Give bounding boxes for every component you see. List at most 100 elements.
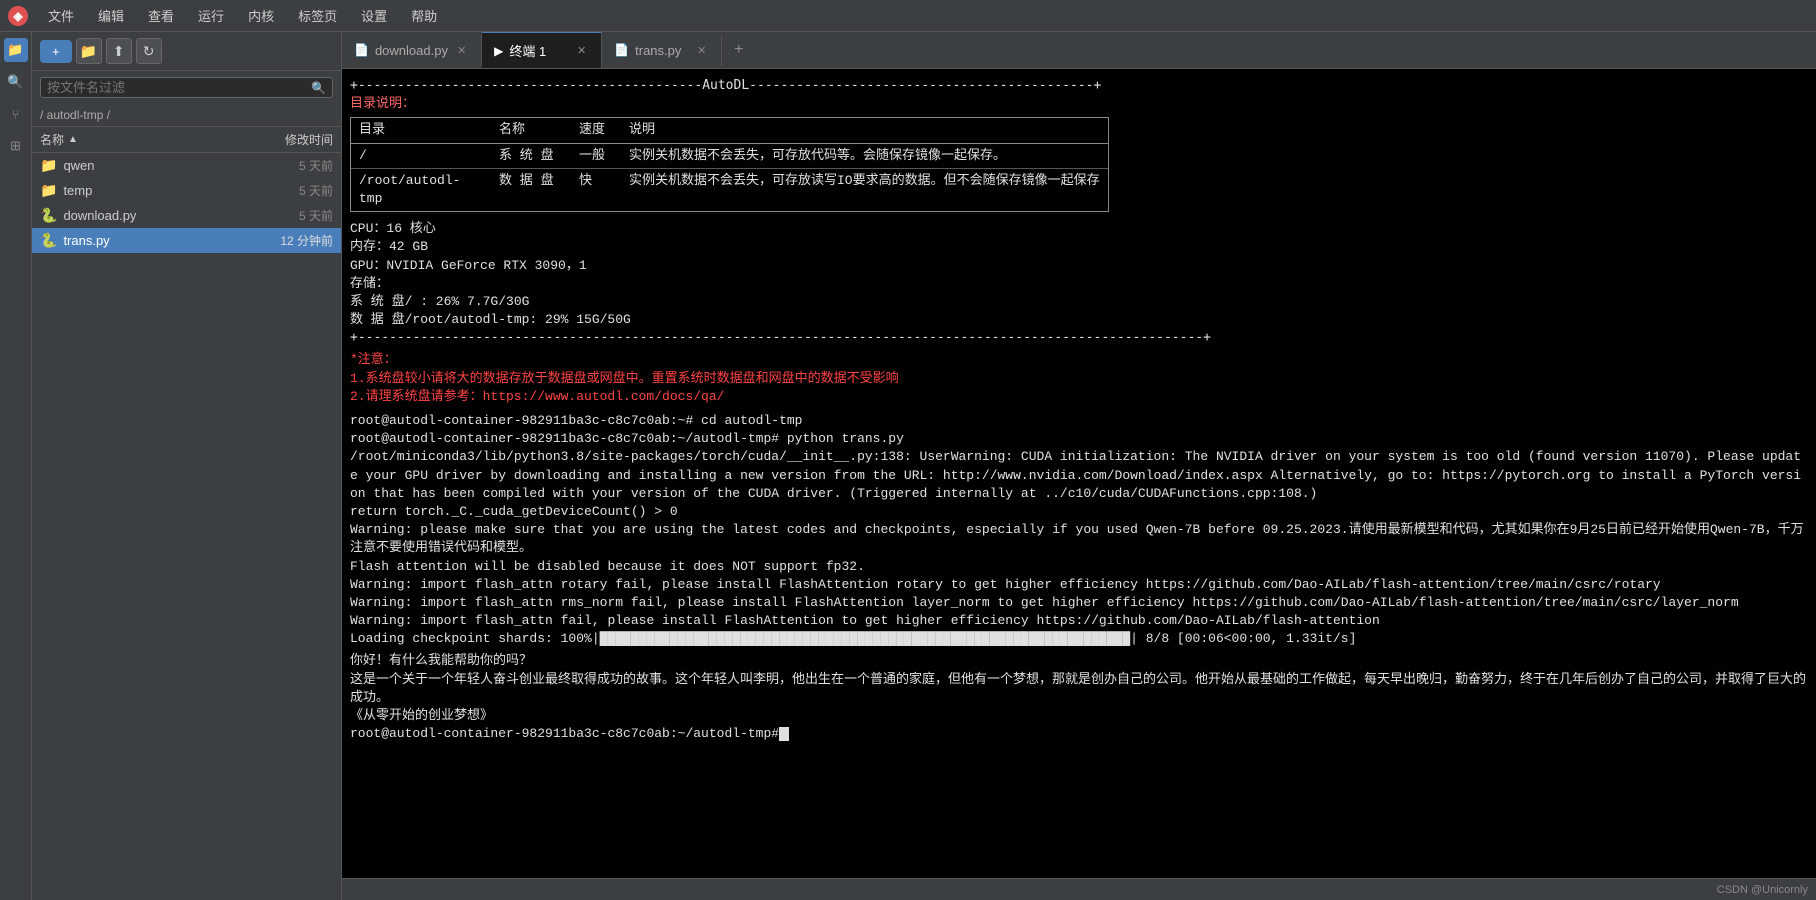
notice2: 2.请理系统盘请参考：https://www.autodl.com/docs/q…	[350, 388, 1808, 406]
file-list: 📁 qwen 5 天前 📁 temp 5 天前 🐍 download.py 5 …	[32, 153, 341, 900]
sys-info: CPU：16 核心 内存：42 GB GPU：NVIDIA GeForce RT…	[350, 220, 1808, 329]
tab-trans[interactable]: 📄 trans.py ✕	[602, 35, 722, 66]
warning6: Warning: import flash_attn rms_norm fail…	[350, 594, 1808, 612]
table-data-row-1: / 系 统 盘 一般 实例关机数据不会丢失，可存放代码等。会随保存镜像一起保存。	[351, 144, 1108, 169]
sidebar-icon-files[interactable]: 📁	[4, 38, 28, 62]
terminal[interactable]: +---------------------------------------…	[342, 69, 1816, 878]
menu-run[interactable]: 运行	[194, 4, 228, 27]
terminal-icon: ▶	[494, 44, 503, 58]
file-item-temp[interactable]: 📁 temp 5 天前	[32, 178, 341, 203]
file-name: download.py	[63, 208, 252, 223]
folder-icon: 📁	[40, 182, 57, 199]
sidebar-toolbar: + 📁 ⬆ ↻	[32, 32, 341, 71]
new-file-button[interactable]: +	[40, 40, 72, 63]
terminal-content: +---------------------------------------…	[350, 77, 1808, 743]
story-end: 《从零开始的创业梦想》	[350, 707, 1808, 725]
story-line: 这是一个关于一个年轻人奋斗创业最终取得成功的故事。这个年轻人叫李明，他出生在一个…	[350, 671, 1808, 707]
search-input[interactable]	[47, 80, 311, 95]
row1-speed: 一般	[571, 146, 621, 166]
status-bar: CSDN @Unicornly	[342, 878, 1816, 900]
python-icon: 🐍	[40, 232, 57, 249]
row2-speed: 快	[571, 171, 621, 209]
search-box[interactable]: 🔍	[40, 77, 333, 98]
file-time: 12 分钟前	[258, 232, 333, 249]
cursor	[779, 727, 789, 741]
gpu-info: GPU：NVIDIA GeForce RTX 3090，1	[350, 257, 1808, 275]
app-logo: ◈	[8, 6, 28, 26]
dir-label: 目录说明：	[350, 95, 1808, 113]
warning1: /root/miniconda3/lib/python3.8/site-pack…	[350, 448, 1808, 503]
folder-icon-btn[interactable]: 📁	[76, 38, 102, 64]
folder-icon: 📁	[40, 157, 57, 174]
file-item-trans[interactable]: 🐍 trans.py 12 分钟前	[32, 228, 341, 253]
table-header-row: 目录 名称 速度 说明	[351, 118, 1108, 143]
col-name-header: 名称 ▲	[40, 131, 253, 148]
sidebar-icon-git[interactable]: ⑂	[4, 102, 28, 126]
tab-terminal[interactable]: ▶ 终端 1 ✕	[482, 32, 602, 68]
cmd2: root@autodl-container-982911ba3c-c8c7c0a…	[350, 430, 1808, 448]
file-time: 5 天前	[258, 182, 333, 199]
row2-dir: /root/autodl-tmp	[351, 171, 491, 209]
row2-name: 数 据 盘	[491, 171, 571, 209]
menu-kernel[interactable]: 内核	[244, 4, 278, 27]
cmd1: root@autodl-container-982911ba3c-c8c7c0a…	[350, 412, 1808, 430]
menu-view[interactable]: 查看	[144, 4, 178, 27]
refresh-icon-btn[interactable]: ↻	[136, 38, 162, 64]
menu-tabs[interactable]: 标签页	[294, 4, 341, 27]
file-time: 5 天前	[258, 207, 333, 224]
row1-dir: /	[351, 146, 491, 166]
tab-close-button[interactable]: ✕	[454, 43, 469, 58]
row2-desc: 实例关机数据不会丢失，可存放读写IO要求高的数据。但不会随保存镜像一起保存	[621, 171, 1108, 209]
file-list-header: 名称 ▲ 修改时间	[32, 126, 341, 153]
commands-section: root@autodl-container-982911ba3c-c8c7c0a…	[350, 412, 1808, 743]
status-text: CSDN @Unicornly	[1717, 884, 1808, 896]
sidebar-icon-search[interactable]: 🔍	[4, 70, 28, 94]
upload-icon-btn[interactable]: ⬆	[106, 38, 132, 64]
header-line: +---------------------------------------…	[350, 77, 1808, 95]
notice-section: *注意： 1.系统盘较小请将大的数据存放于数据盘或网盘中。重置系统时数据盘和网盘…	[350, 351, 1808, 406]
main-layout: 📁 🔍 ⑂ ⊞ + 📁 ⬆ ↻ 🔍 / autodl-tmp / 名称 ▲ 修改…	[0, 32, 1816, 900]
new-tab-button[interactable]: +	[722, 33, 755, 67]
tab-close-button[interactable]: ✕	[694, 43, 709, 58]
warning5: Warning: import flash_attn rotary fail, …	[350, 576, 1808, 594]
info-table: 目录 名称 速度 说明 / 系 统 盘 一般 实例关机数据不会丢失，可存放代码等…	[350, 117, 1109, 212]
menu-settings[interactable]: 设置	[357, 4, 391, 27]
file-name: trans.py	[63, 233, 252, 248]
col-desc: 说明	[621, 120, 1108, 140]
final-prompt-line: root@autodl-container-982911ba3c-c8c7c0a…	[350, 725, 1808, 743]
tab-label: trans.py	[635, 43, 681, 58]
tab-icon: 📄	[354, 43, 369, 57]
menu-edit[interactable]: 编辑	[94, 4, 128, 27]
memory-info: 内存：42 GB	[350, 238, 1808, 256]
menu-bar: ◈ 文件 编辑 查看 运行 内核 标签页 设置 帮助	[0, 0, 1816, 32]
footer-line: +---------------------------------------…	[350, 329, 1808, 347]
search-icon: 🔍	[311, 81, 326, 95]
breadcrumb: / autodl-tmp /	[32, 104, 341, 126]
file-item-download[interactable]: 🐍 download.py 5 天前	[32, 203, 341, 228]
col-name: 名称	[491, 120, 571, 140]
tab-label: download.py	[375, 43, 448, 58]
tab-close-button[interactable]: ✕	[574, 43, 589, 58]
file-name: qwen	[63, 158, 252, 173]
cpu-info: CPU：16 核心	[350, 220, 1808, 238]
menu-file[interactable]: 文件	[44, 4, 78, 27]
tab-download[interactable]: 📄 download.py ✕	[342, 35, 482, 66]
plus-icon: +	[52, 44, 60, 59]
file-item-qwen[interactable]: 📁 qwen 5 天前	[32, 153, 341, 178]
sidebar-icon-extensions[interactable]: ⊞	[4, 134, 28, 158]
menu-help[interactable]: 帮助	[407, 4, 441, 27]
row1-desc: 实例关机数据不会丢失，可存放代码等。会随保存镜像一起保存。	[621, 146, 1108, 166]
loading-line: Loading checkpoint shards: 100%|████████…	[350, 630, 1808, 648]
file-sidebar: + 📁 ⬆ ↻ 🔍 / autodl-tmp / 名称 ▲ 修改时间 📁 qwe…	[32, 32, 342, 900]
row1-name: 系 统 盘	[491, 146, 571, 166]
warning4: Flash attention will be disabled because…	[350, 558, 1808, 576]
file-name: temp	[63, 183, 252, 198]
warning2: return torch._C._cuda_getDeviceCount() >…	[350, 503, 1808, 521]
python-icon: 🐍	[40, 207, 57, 224]
notice-label: *注意：	[350, 351, 1808, 369]
col-speed: 速度	[571, 120, 621, 140]
tab-bar: 📄 download.py ✕ ▶ 终端 1 ✕ 📄 trans.py ✕ +	[342, 32, 1816, 69]
notice1: 1.系统盘较小请将大的数据存放于数据盘或网盘中。重置系统时数据盘和网盘中的数据不…	[350, 370, 1808, 388]
content-area: 📄 download.py ✕ ▶ 终端 1 ✕ 📄 trans.py ✕ + …	[342, 32, 1816, 900]
tab-label: 终端 1	[509, 41, 546, 60]
